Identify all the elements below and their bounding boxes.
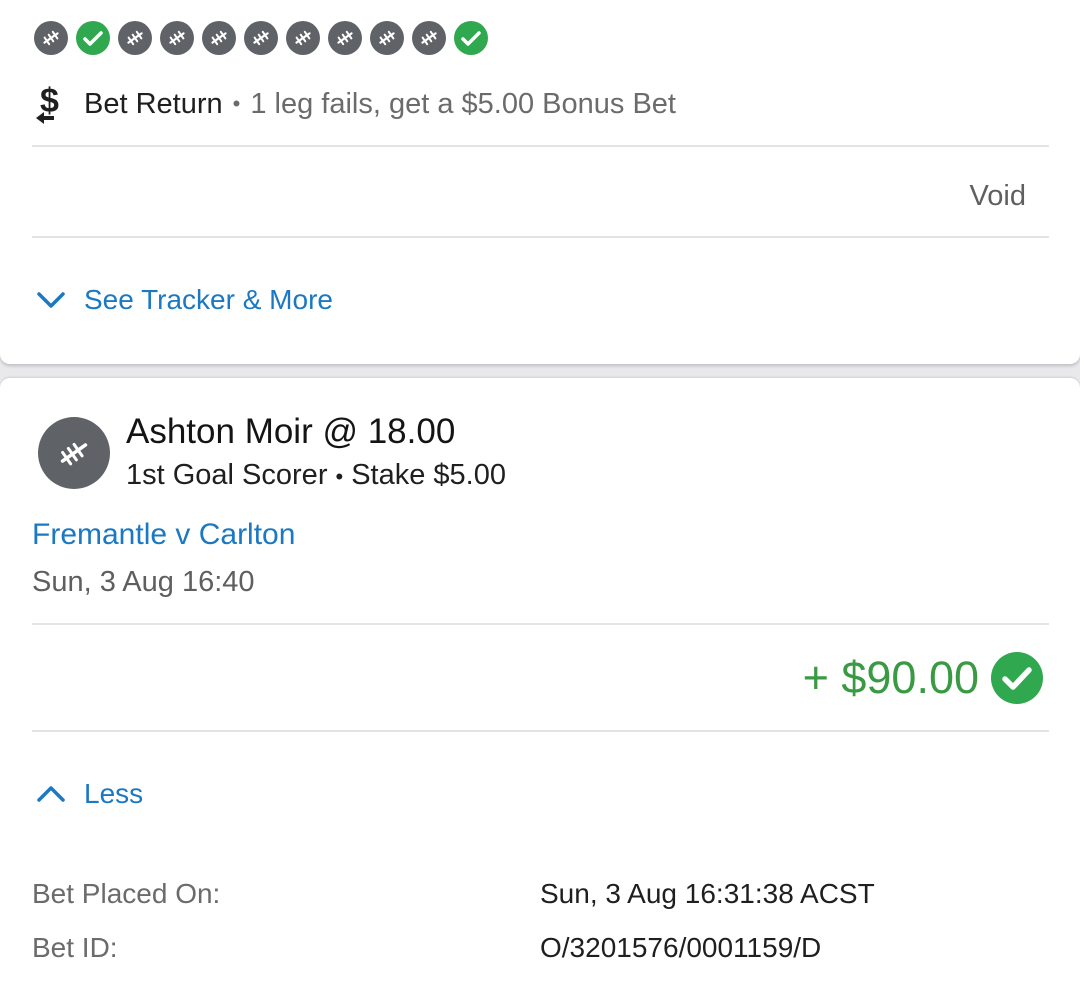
leg-pending-football-icon (202, 21, 236, 55)
divider (32, 730, 1049, 732)
chevron-up-icon (37, 786, 65, 802)
bet-result-status: Void (969, 180, 1026, 212)
divider (32, 145, 1049, 147)
payout-row: + $90.00 (803, 652, 1043, 704)
leg-pending-football-icon (160, 21, 194, 55)
leg-won-check-icon (454, 21, 488, 55)
bet-selection: Ashton Moir @ 18.00 (126, 412, 456, 451)
leg-pending-football-icon (244, 21, 278, 55)
market-line: 1st Goal Scorer • Stake $5.00 (126, 459, 506, 492)
bet-return-title: Bet Return (84, 87, 223, 120)
less-toggle[interactable]: Less (36, 778, 143, 810)
won-check-icon (991, 652, 1043, 704)
bet-header: Ashton Moir @ 18.00 1st Goal Scorer • Stak… (38, 414, 506, 492)
see-tracker-label: See Tracker & More (84, 284, 333, 315)
bet-id-value: O/3201576/0001159/D (540, 932, 822, 963)
leg-pending-football-icon (412, 21, 446, 55)
stake-amount: Stake $5.00 (351, 459, 506, 491)
leg-pending-football-icon (34, 21, 68, 55)
bet-return-row: $ Bet Return • 1 leg fails, get a $5.00 … (32, 82, 676, 126)
football-icon (38, 417, 110, 489)
separator-dot: • (232, 91, 241, 116)
previous-bet-card: $ Bet Return • 1 leg fails, get a $5.00 … (0, 0, 1080, 364)
divider (32, 623, 1049, 625)
event-link[interactable]: Fremantle v Carlton (32, 518, 295, 552)
bet-placed-label: Bet Placed On: (32, 878, 221, 909)
bet-id-label: Bet ID: (32, 932, 118, 963)
market-name: 1st Goal Scorer (126, 459, 328, 491)
separator-dot: • (335, 464, 344, 489)
leg-won-check-icon (76, 21, 110, 55)
leg-pending-football-icon (286, 21, 320, 55)
bet-return-icon: $ (32, 82, 70, 126)
leg-status-row (34, 21, 496, 55)
event-time: Sun, 3 Aug 16:40 (32, 566, 255, 598)
chevron-down-icon (37, 292, 65, 308)
bet-placed-value: Sun, 3 Aug 16:31:38 ACST (540, 878, 875, 909)
leg-pending-football-icon (328, 21, 362, 55)
leg-pending-football-icon (118, 21, 152, 55)
bet-return-description: 1 leg fails, get a $5.00 Bonus Bet (250, 87, 676, 120)
payout-amount: + $90.00 (802, 652, 979, 703)
leg-pending-football-icon (370, 21, 404, 55)
less-label: Less (84, 778, 144, 809)
see-tracker-toggle[interactable]: See Tracker & More (36, 284, 333, 316)
divider (32, 236, 1049, 238)
